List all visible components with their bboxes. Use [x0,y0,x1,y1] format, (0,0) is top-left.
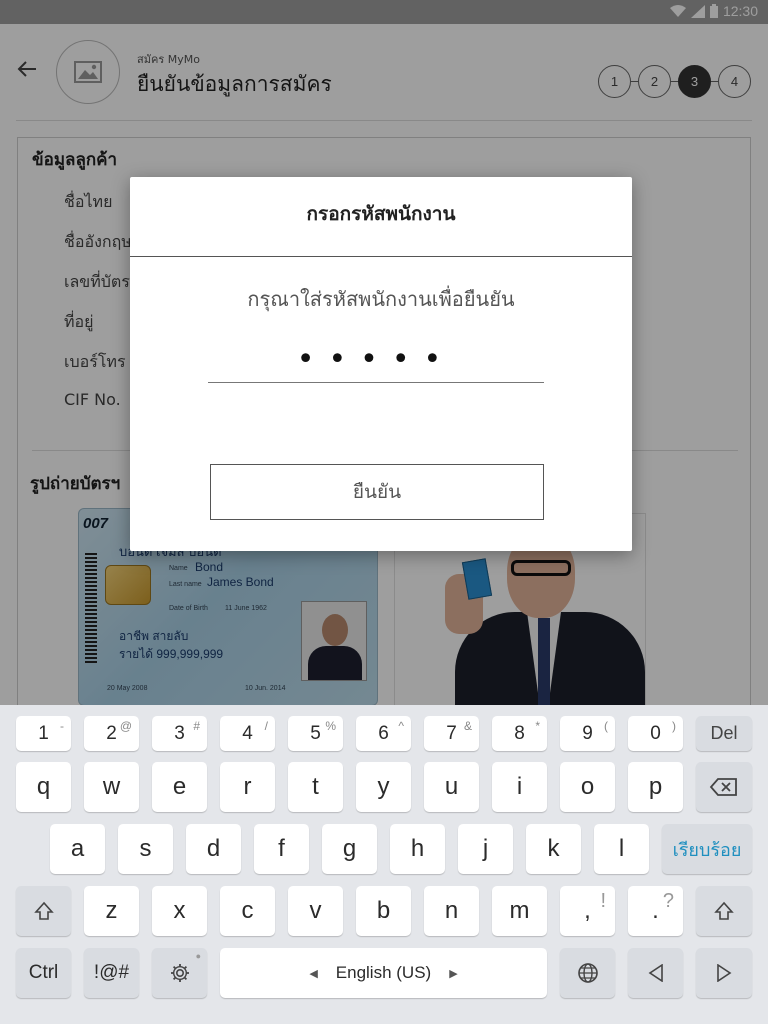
key-z[interactable]: z [84,886,139,936]
caret-left-icon: ◀ [309,967,318,980]
ctrl-key[interactable]: Ctrl [16,948,71,998]
key-j[interactable]: j [458,824,513,874]
key-r[interactable]: r [220,762,275,812]
done-key[interactable]: เรียบร้อย [662,824,752,874]
key-8[interactable]: 8 * [492,716,547,751]
triangle-right-icon [717,964,732,982]
key-comma[interactable]: ,! [560,886,615,936]
key-u[interactable]: u [424,762,479,812]
employee-code-dialog: กรอกรหัสพนักงาน กรุณาใส่รหัสพนักงานเพื่อ… [130,177,632,551]
caret-right-icon: ▶ [449,967,458,980]
key-s[interactable]: s [118,824,173,874]
key-q[interactable]: q [16,762,71,812]
key-4[interactable]: 4/ [220,716,275,751]
key-m[interactable]: m [492,886,547,936]
key-g[interactable]: g [322,824,377,874]
key-v[interactable]: v [288,886,343,936]
key-a[interactable]: a [50,824,105,874]
key-y[interactable]: y [356,762,411,812]
settings-key[interactable]: ● [152,948,207,998]
key-2[interactable]: 2 @ [84,716,139,751]
key-3[interactable]: 3 # [152,716,207,751]
key-b[interactable]: b [356,886,411,936]
key-d[interactable]: d [186,824,241,874]
globe-icon [577,963,598,983]
cursor-right-key[interactable] [696,948,752,998]
shift-icon [714,901,734,920]
key-k[interactable]: k [526,824,581,874]
key-5[interactable]: 5% [288,716,343,751]
language-key[interactable] [560,948,615,998]
employee-code-input[interactable] [208,337,544,383]
shift-icon [33,901,54,920]
key-t[interactable]: t [288,762,343,812]
key-f[interactable]: f [254,824,309,874]
onscreen-keyboard: 1- 2 @ 3 # 4/ 5% 6 ^ 7 & 8 * 9( 0) Del q w e … [0,705,768,1024]
shift-key-right[interactable] [696,886,752,936]
confirm-button[interactable]: ยืนยัน [210,464,544,520]
key-n[interactable]: n [424,886,479,936]
key-0[interactable]: 0) [628,716,683,751]
cursor-left-key[interactable] [628,948,683,998]
backspace-icon [709,778,737,796]
key-6[interactable]: 6 ^ [356,716,411,751]
shift-key-left[interactable] [16,886,71,936]
key-7[interactable]: 7 & [424,716,479,751]
triangle-left-icon [648,964,663,982]
key-period[interactable]: .? [628,886,683,936]
backspace-key[interactable] [696,762,752,812]
delete-key[interactable]: Del [696,716,752,751]
key-9[interactable]: 9( [560,716,615,751]
key-o[interactable]: o [560,762,615,812]
space-key[interactable]: ◀ English (US) ▶ [220,948,547,998]
key-h[interactable]: h [390,824,445,874]
key-l[interactable]: l [594,824,649,874]
key-1[interactable]: 1- [16,716,71,751]
key-x[interactable]: x [152,886,207,936]
dialog-message: กรุณาใส่รหัสพนักงานเพื่อยืนยัน [247,287,515,311]
key-p[interactable]: p [628,762,683,812]
symbols-key[interactable]: !@# [84,948,139,998]
key-c[interactable]: c [220,886,275,936]
key-i[interactable]: i [492,762,547,812]
key-w[interactable]: w [84,762,139,812]
key-e[interactable]: e [152,762,207,812]
dialog-divider [130,256,632,257]
dialog-title: กรอกรหัสพนักงาน [306,203,456,225]
gear-icon [170,964,189,982]
